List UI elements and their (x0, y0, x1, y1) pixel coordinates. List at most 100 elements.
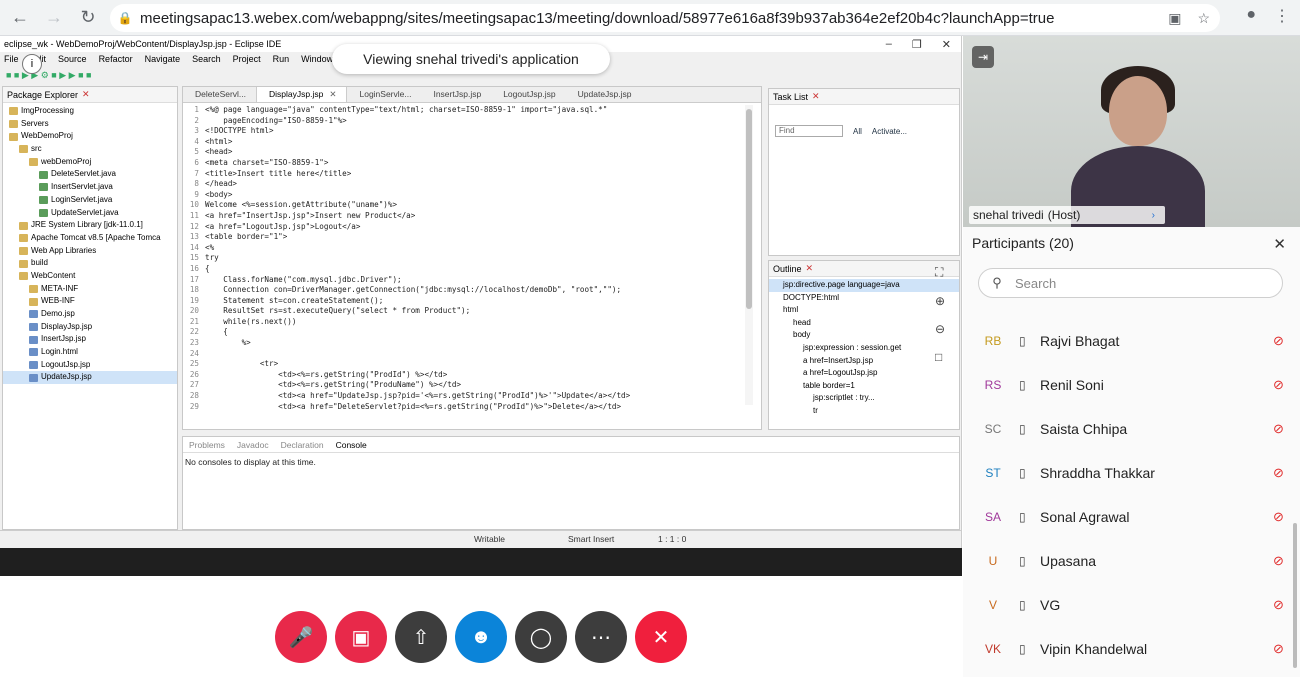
fullscreen-icon[interactable]: ⛶ (935, 265, 945, 280)
close-icon[interactable]: ✕ (942, 38, 951, 51)
microphone-muted-icon[interactable]: ⊘ (1273, 641, 1284, 657)
back-arrow-icon[interactable]: ← (6, 4, 34, 32)
tree-item[interactable]: META-INF (3, 283, 177, 296)
editor-tab[interactable]: UpdateJsp.jsp (566, 87, 642, 102)
menu-item[interactable]: Window (301, 54, 333, 64)
menu-item[interactable]: Project (233, 54, 261, 64)
menu-item[interactable]: Run (273, 54, 290, 64)
tree-item[interactable]: WebDemoProj (3, 130, 177, 143)
editor-scrollbar[interactable] (745, 105, 753, 405)
editor-tab[interactable]: DeleteServl... (183, 87, 256, 102)
console-tab[interactable]: Declaration (281, 440, 324, 450)
participant-row[interactable]: U ▯ Upasana ⊘ (963, 539, 1300, 583)
stop-video-button[interactable]: ▣ (335, 611, 387, 663)
editor-tab[interactable]: DisplayJsp.jsp ✕ (256, 87, 348, 102)
tree-item[interactable]: LoginServlet.java (3, 194, 177, 207)
close-icon[interactable]: ✕ (329, 89, 336, 99)
tree-item[interactable]: WEB-INF (3, 295, 177, 308)
tree-item[interactable]: DisplayJsp.jsp (3, 321, 177, 334)
participant-row[interactable]: RB ▯ Rajvi Bhagat ⊘ (963, 319, 1300, 363)
activate-link[interactable]: Activate... (872, 127, 907, 136)
microphone-muted-icon[interactable]: ⊘ (1273, 509, 1284, 525)
outline-item[interactable]: html (769, 304, 959, 317)
tree-item[interactable]: ImgProcessing (3, 105, 177, 118)
tree-item[interactable]: Login.html (3, 346, 177, 359)
participant-scrollbar[interactable] (1293, 523, 1297, 668)
expand-video-icon[interactable]: ⇥ (972, 46, 994, 68)
tree-item[interactable]: JRE System Library [jdk-11.0.1] (3, 219, 177, 232)
outline-item[interactable]: table border=1 (769, 380, 959, 393)
toolbar-icons[interactable]: ■ ■ ▶ ▶ ⚙ ■ ▶ ▶ ■ ■ (6, 70, 91, 81)
participant-row[interactable]: ST ▯ Shraddha Thakkar ⊘ (963, 451, 1300, 495)
url-text[interactable]: meetingsapac13.webex.com/webappng/sites/… (140, 10, 1168, 27)
console-tab[interactable]: Problems (189, 440, 225, 450)
participant-search-field[interactable]: ⚲ Search (978, 268, 1283, 298)
bookmark-star-icon[interactable]: ☆ (1197, 10, 1210, 27)
more-options-button[interactable]: ⋯ (575, 611, 627, 663)
tree-item[interactable]: Apache Tomcat v8.5 [Apache Tomca (3, 232, 177, 245)
outline-item[interactable]: jsp:expression : session.get (769, 342, 959, 355)
participant-row[interactable]: SA ▯ Sonal Agrawal ⊘ (963, 495, 1300, 539)
outline-item[interactable]: tr (769, 405, 959, 418)
chat-button[interactable]: ◯ (515, 611, 567, 663)
editor-tab[interactable]: LogoutJsp.jsp (491, 87, 565, 102)
outline-item[interactable]: a href=LogoutJsp.jsp (769, 367, 959, 380)
share-button[interactable]: ⇧ (395, 611, 447, 663)
close-icon[interactable]: ✕ (812, 91, 820, 102)
participant-row[interactable]: RS ▯ Renil Soni ⊘ (963, 363, 1300, 407)
address-bar[interactable]: 🔒 meetingsapac13.webex.com/webappng/site… (110, 4, 1220, 32)
close-icon[interactable]: ✕ (82, 89, 90, 100)
reload-icon[interactable]: ↻ (74, 4, 102, 32)
menu-item[interactable]: Navigate (145, 54, 181, 64)
forward-arrow-icon[interactable]: → (40, 4, 68, 32)
find-input[interactable]: Find (775, 125, 843, 137)
close-panel-icon[interactable]: ✕ (1273, 235, 1286, 253)
menu-item[interactable]: File (4, 54, 19, 64)
close-icon[interactable]: ✕ (806, 263, 814, 274)
participant-row[interactable]: VK ▯ Vipin Khandelwal ⊘ (963, 627, 1300, 671)
tree-item[interactable]: Demo.jsp (3, 308, 177, 321)
microphone-muted-icon[interactable]: ⊘ (1273, 553, 1284, 569)
participants-button[interactable]: ☻ (455, 611, 507, 663)
microphone-muted-icon[interactable]: ⊘ (1273, 465, 1284, 481)
zoom-out-icon[interactable]: ⊖ (935, 322, 945, 336)
tree-item[interactable]: UpdateJsp.jsp (3, 371, 177, 385)
chevron-right-icon[interactable]: › (1152, 210, 1155, 221)
camera-blocked-icon[interactable]: ▣ (1168, 10, 1181, 27)
tree-item[interactable]: Web App Libraries (3, 245, 177, 258)
outline-item[interactable]: head (769, 317, 959, 330)
participant-row[interactable]: SC ▯ Saista Chhipa ⊘ (963, 407, 1300, 451)
leave-meeting-button[interactable]: ✕ (635, 611, 687, 663)
microphone-muted-icon[interactable]: ⊘ (1273, 377, 1284, 393)
outline-item[interactable]: jsp:directive.page language=java (769, 279, 959, 292)
outline-item[interactable]: jsp:scriptlet : try... (769, 392, 959, 405)
console-tab[interactable]: Javadoc (237, 440, 269, 450)
outline-item[interactable]: DOCTYPE:html (769, 292, 959, 305)
tree-item[interactable]: InsertServlet.java (3, 181, 177, 194)
microphone-muted-icon[interactable]: ⊘ (1273, 597, 1284, 613)
tree-item[interactable]: webDemoProj (3, 156, 177, 169)
editor-tab[interactable]: LoginServle... (347, 87, 421, 102)
tree-item[interactable]: build (3, 257, 177, 270)
restore-icon[interactable]: ❐ (912, 38, 922, 51)
tree-item[interactable]: Servers (3, 118, 177, 131)
browser-menu-icon[interactable]: ⋮ (1274, 6, 1290, 26)
minimize-icon[interactable]: – (886, 38, 892, 51)
profile-icon[interactable]: ● (1246, 6, 1256, 26)
microphone-muted-icon[interactable]: ⊘ (1273, 421, 1284, 437)
outline-item[interactable]: body (769, 329, 959, 342)
fit-icon[interactable]: □ (935, 350, 945, 364)
tree-item[interactable]: src (3, 143, 177, 156)
info-icon[interactable]: i (22, 54, 42, 74)
console-tab[interactable]: Console (336, 440, 367, 450)
mute-button[interactable]: 🎤 (275, 611, 327, 663)
code-area[interactable]: 1 <%@ page language="java" contentType="t… (183, 105, 743, 423)
menu-item[interactable]: Source (58, 54, 87, 64)
menu-item[interactable]: Refactor (99, 54, 133, 64)
tree-item[interactable]: InsertJsp.jsp (3, 333, 177, 346)
tree-item[interactable]: WebContent (3, 270, 177, 283)
zoom-in-icon[interactable]: ⊕ (935, 294, 945, 308)
editor-tab[interactable]: InsertJsp.jsp (421, 87, 491, 102)
participant-row[interactable]: V ▯ VG ⊘ (963, 583, 1300, 627)
menu-item[interactable]: Search (192, 54, 221, 64)
